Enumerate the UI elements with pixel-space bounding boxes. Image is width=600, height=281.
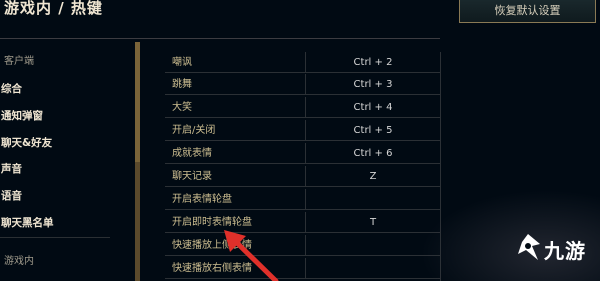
hotkey-row[interactable]: 大笑 Ctrl + 4	[165, 97, 440, 118]
hotkey-name: 开启/关闭	[172, 125, 216, 136]
sidebar-section-client: 客户端	[4, 56, 34, 67]
restore-defaults-button[interactable]: 恢复默认设置	[459, 0, 596, 23]
sidebar-item-general[interactable]: 综合	[1, 81, 22, 96]
jiuyou-watermark: 九游	[514, 232, 594, 272]
hotkey-name: 嘲讽	[172, 57, 192, 68]
hotkey-name: 成就表情	[172, 148, 212, 159]
watermark-text: 九游	[544, 239, 586, 263]
sidebar-scrollbar-thumb[interactable]	[135, 42, 140, 162]
settings-sidebar: 客户端 综合 通知弹窗 聊天&好友 声音 语音 聊天黑名单 游戏内	[0, 40, 135, 281]
hotkeys-settings-screen: 游戏内 / 热键 恢复默认设置 客户端 综合 通知弹窗 聊天&好友 声音 语音 …	[0, 0, 600, 281]
sidebar-section-ingame: 游戏内	[4, 256, 34, 267]
column-divider	[305, 235, 306, 256]
hotkey-row[interactable]: 成就表情 Ctrl + 6	[165, 143, 440, 164]
hotkey-binding[interactable]: Ctrl + 5	[306, 120, 440, 141]
hotkey-binding[interactable]: Ctrl + 3	[306, 74, 440, 95]
red-arrow-icon	[224, 230, 279, 281]
hotkey-row[interactable]: 聊天记录 Z	[165, 166, 440, 187]
hotkey-name: 跳舞	[172, 79, 192, 90]
hotkey-binding[interactable]: Ctrl + 2	[306, 52, 440, 73]
hotkey-row[interactable]: 嘲讽 Ctrl + 2	[165, 52, 440, 73]
header-divider	[0, 38, 440, 39]
sidebar-item-chat-blocklist[interactable]: 聊天黑名单	[1, 215, 54, 230]
sidebar-item-sound[interactable]: 声音	[1, 161, 22, 176]
page-title: 游戏内 / 热键	[4, 0, 103, 17]
jiuyou-logo-icon	[518, 234, 540, 260]
hotkey-row[interactable]: 开启即时表情轮盘 T	[165, 212, 440, 233]
sidebar-item-voice[interactable]: 语音	[1, 188, 22, 203]
hotkey-binding[interactable]: Ctrl + 6	[306, 143, 440, 164]
hotkey-row[interactable]: 开启表情轮盘	[165, 189, 440, 210]
hotkey-row[interactable]: 开启/关闭 Ctrl + 5	[165, 120, 440, 141]
sidebar-divider	[0, 237, 110, 238]
hotkey-row[interactable]: 快速播放右侧表情	[165, 258, 440, 279]
hotkey-row[interactable]: 快速播放上侧表情	[165, 235, 440, 256]
hotkey-name: 聊天记录	[172, 171, 212, 182]
sidebar-item-chat-friends[interactable]: 聊天&好友	[1, 135, 52, 150]
column-divider	[305, 258, 306, 279]
sidebar-item-notifications[interactable]: 通知弹窗	[1, 108, 43, 123]
hotkey-name: 开启表情轮盘	[172, 194, 232, 205]
hotkey-row[interactable]: 跳舞 Ctrl + 3	[165, 74, 440, 95]
column-divider	[305, 189, 306, 210]
hotkey-binding[interactable]: Ctrl + 4	[306, 97, 440, 118]
hotkey-binding[interactable]: Z	[306, 166, 440, 187]
hotkey-name: 大笑	[172, 102, 192, 113]
